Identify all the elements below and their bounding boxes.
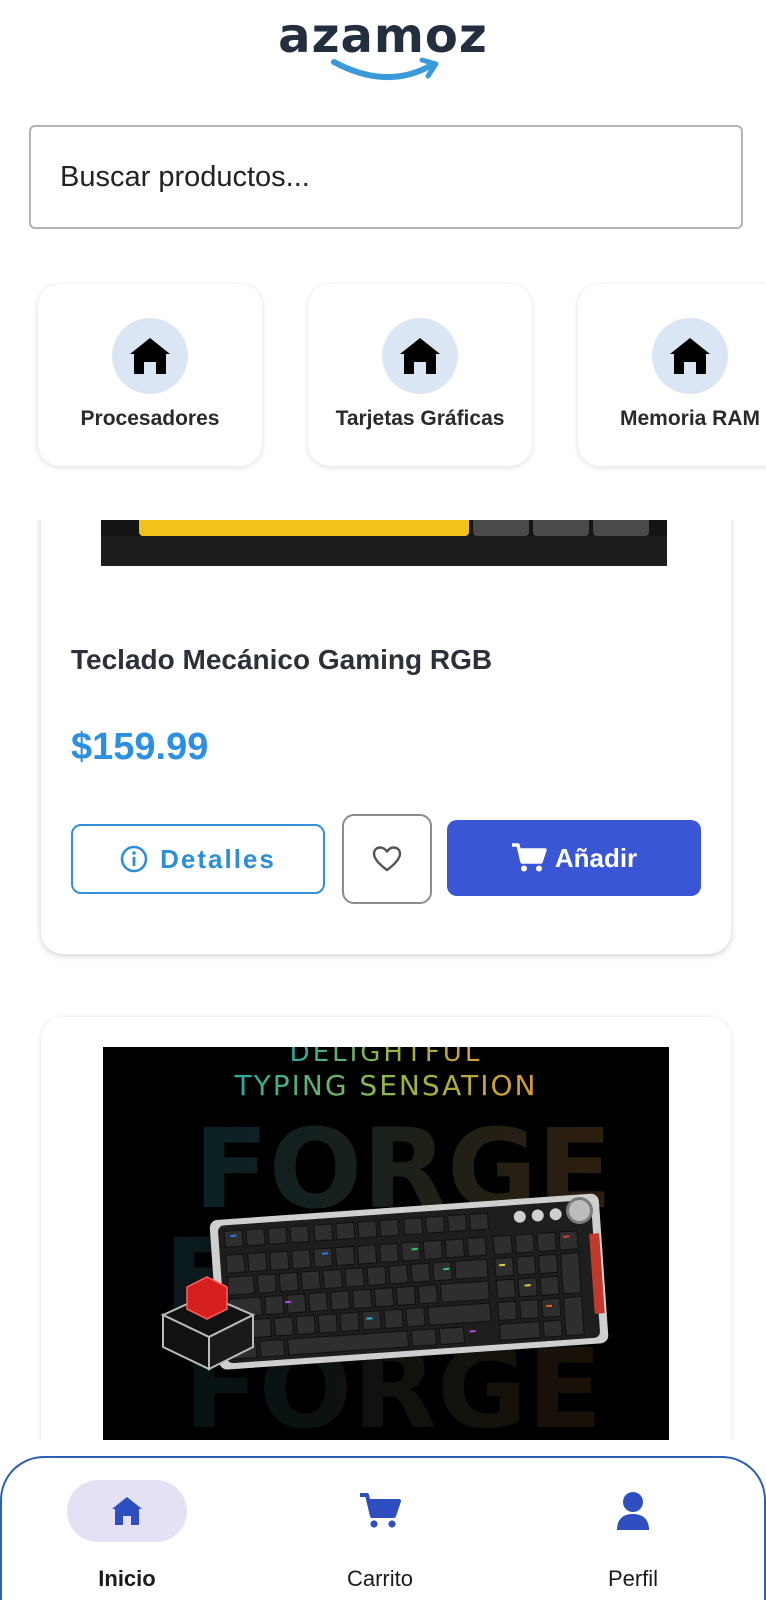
product-image[interactable]: DELIGHTFUL TYPING SENSATION FORGE FORGE … (103, 1047, 669, 1440)
info-icon (120, 845, 148, 873)
product-title: Teclado Mecánico Gaming RGB (71, 644, 493, 675)
add-button-label: Añadir (554, 842, 638, 873)
category-icon-bg (652, 318, 728, 394)
cart-icon (511, 843, 547, 872)
heart-icon (372, 846, 402, 872)
category-label: Procesadores (80, 407, 220, 430)
product-image[interactable] (101, 520, 667, 566)
product-card[interactable]: Teclado Mecánico Gaming RGB $159.99 Deta… (41, 520, 731, 954)
category-icon-bg (112, 318, 188, 394)
nav-item-perfil[interactable]: Perfil (533, 1480, 733, 1591)
category-label: Tarjetas Gráficas (335, 407, 505, 430)
category-label: Memoria RAM (619, 407, 761, 430)
product-price: $159.99 (71, 726, 209, 768)
favorite-button[interactable] (342, 814, 432, 904)
category-card-procesadores[interactable]: Procesadores (38, 284, 262, 466)
app-logo: azamoz (0, 6, 766, 81)
home-icon (670, 338, 710, 374)
cart-icon (360, 1493, 401, 1528)
nav-pill (573, 1480, 693, 1542)
home-icon (112, 1497, 142, 1525)
category-carousel[interactable]: Procesadores Tarjetas Gráficas Memoria R… (0, 282, 766, 472)
home-icon (130, 338, 170, 374)
nav-item-inicio[interactable]: Inicio (27, 1480, 227, 1591)
home-icon (400, 338, 440, 374)
nav-label-perfil: Perfil (607, 1566, 659, 1591)
nav-label-carrito: Carrito (346, 1566, 413, 1591)
product-list[interactable]: Teclado Mecánico Gaming RGB $159.99 Deta… (0, 520, 766, 1440)
image-subheadline: TYPING SENSATION (234, 1069, 538, 1102)
user-icon (617, 1492, 649, 1530)
nav-active-indicator (67, 1480, 187, 1542)
add-to-cart-button[interactable]: Añadir (447, 820, 701, 896)
nav-pill (320, 1480, 440, 1542)
logo-smile-icon (331, 57, 439, 81)
category-icon-bg (382, 318, 458, 394)
keyboard-illustration (209, 1193, 609, 1370)
details-button[interactable]: Detalles (71, 824, 325, 894)
nav-item-carrito[interactable]: Carrito (280, 1480, 480, 1591)
product-card[interactable]: DELIGHTFUL TYPING SENSATION FORGE FORGE … (41, 1017, 731, 1440)
search-input[interactable] (31, 127, 741, 227)
bottom-navigation: Inicio Carrito Perfil (0, 1456, 766, 1600)
category-card-memoria-ram[interactable]: Memoria RAM (578, 284, 766, 466)
category-card-tarjetas-graficas[interactable]: Tarjetas Gráficas (308, 284, 532, 466)
nav-label-inicio: Inicio (98, 1566, 156, 1591)
search-box[interactable] (29, 125, 743, 229)
image-headline: DELIGHTFUL (290, 1047, 483, 1068)
details-button-label: Detalles (160, 843, 276, 874)
